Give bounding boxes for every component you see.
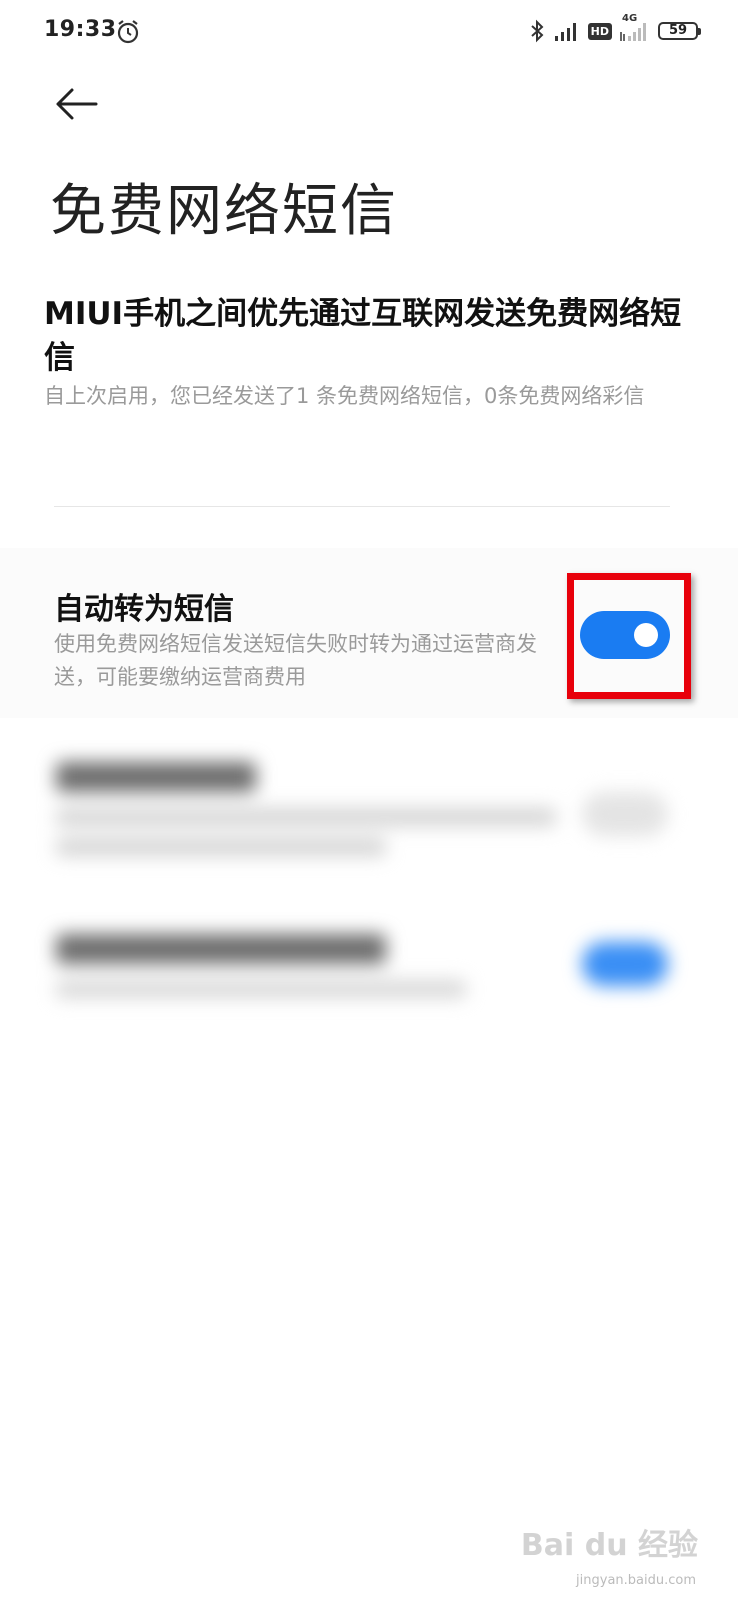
watermark-logo: Bai du 经验 xyxy=(520,1528,698,1563)
bluetooth-icon xyxy=(530,19,544,43)
setting-description: 使用免费网络短信发送短信失败时转为通过运营商发送，可能要缴纳运营商费用 xyxy=(54,632,537,689)
back-arrow-icon xyxy=(56,88,98,120)
blurred-title xyxy=(56,934,386,964)
status-time: 19:33 xyxy=(44,17,117,42)
info-description: 自上次启用，您已经发送了1 条免费网络短信，0条免费网络彩信 xyxy=(44,384,645,408)
blurred-setting-row xyxy=(0,740,738,880)
watermark-url: jingyan.baidu.com xyxy=(576,1573,696,1588)
battery-level: 59 xyxy=(668,23,688,38)
blurred-text xyxy=(56,808,556,826)
status-icons: HD 4G 59 xyxy=(528,13,701,44)
hd-icon: HD xyxy=(587,22,612,40)
blurred-title xyxy=(56,762,256,792)
blurred-toggle xyxy=(582,792,668,836)
info-title: MIUI手机之间优先通过互联网发送免费网络短信 xyxy=(44,296,682,376)
page-title: 免费网络短信 xyxy=(50,179,398,244)
battery-icon: 59 xyxy=(658,22,701,40)
toggle-knob xyxy=(634,623,658,647)
alarm-icon xyxy=(117,20,139,44)
blurred-setting-row xyxy=(0,910,738,1020)
auto-convert-toggle[interactable] xyxy=(580,611,670,659)
signal-icon xyxy=(554,23,576,41)
status-bar: 19:33 HD 4G 59 xyxy=(0,0,738,64)
blurred-toggle xyxy=(582,942,668,986)
back-button[interactable] xyxy=(52,84,104,124)
blurred-text xyxy=(56,838,386,856)
blurred-text xyxy=(56,980,466,998)
setting-title: 自动转为短信 xyxy=(54,592,234,627)
divider xyxy=(54,506,670,507)
4g-signal-icon: 4G xyxy=(620,13,650,43)
